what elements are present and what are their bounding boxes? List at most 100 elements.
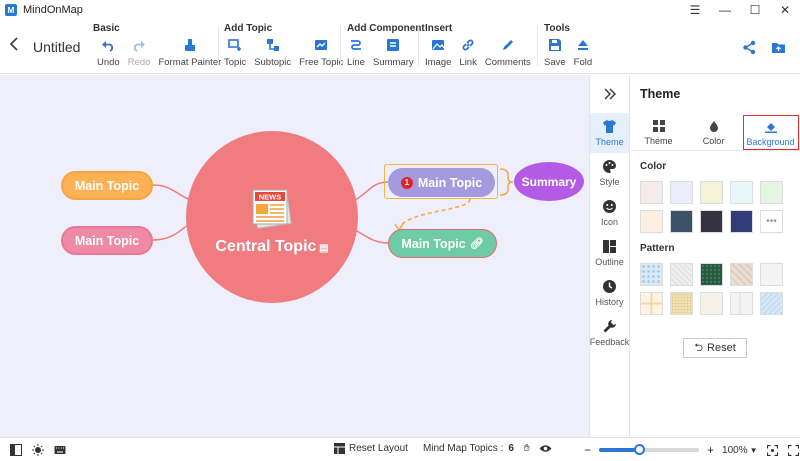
- line-button[interactable]: Line: [343, 37, 369, 68]
- tab-color[interactable]: Color: [688, 115, 740, 150]
- settings-menu-icon[interactable]: ☰: [680, 0, 710, 20]
- toolbar-divider: [218, 26, 219, 66]
- more-colors-button[interactable]: •••: [760, 210, 783, 233]
- rail-item-history[interactable]: History: [590, 273, 629, 313]
- rail-item-outline[interactable]: Outline: [590, 233, 629, 273]
- main-topic-right-1[interactable]: 1 Main Topic: [388, 168, 495, 197]
- hand-icon[interactable]: ✋︎: [524, 443, 530, 454]
- eye-icon[interactable]: [539, 444, 552, 453]
- color-swatch[interactable]: [700, 210, 723, 233]
- main-topic-left-1[interactable]: Main Topic: [61, 171, 153, 200]
- color-swatch[interactable]: [730, 210, 753, 233]
- status-bar: Reset Layout Mind Map Topics : 6 ✋︎ − + …: [0, 437, 800, 461]
- zoom-out-button[interactable]: −: [584, 443, 591, 457]
- color-swatch[interactable]: [730, 181, 753, 204]
- wrench-icon: [603, 320, 616, 333]
- toolbar: Untitled Basic Undo Redo Format Painter …: [0, 20, 800, 74]
- fold-label: Fold: [573, 57, 593, 68]
- maximize-button[interactable]: ☐: [740, 0, 770, 20]
- color-swatch[interactable]: [760, 181, 783, 204]
- rail-item-style[interactable]: Style: [590, 153, 629, 193]
- subtopic-button[interactable]: Subtopic: [250, 37, 295, 68]
- document-title[interactable]: Untitled: [33, 39, 80, 55]
- pattern-swatch[interactable]: [730, 263, 753, 286]
- pattern-swatch[interactable]: [760, 292, 783, 315]
- rail-label: Theme: [595, 137, 624, 147]
- group-add-topic: Add Topic Topic Subtopic Free Topic: [220, 23, 347, 71]
- pattern-swatch[interactable]: [640, 263, 663, 286]
- export-folder-icon[interactable]: [771, 40, 786, 55]
- back-button[interactable]: [8, 36, 20, 57]
- fullscreen-icon[interactable]: [787, 444, 799, 456]
- tab-label: Theme: [644, 136, 673, 146]
- image-label: Image: [425, 57, 452, 68]
- color-swatch[interactable]: [670, 210, 693, 233]
- zoom-slider-knob[interactable]: [634, 444, 646, 455]
- pattern-swatch[interactable]: [760, 263, 783, 286]
- undo-button[interactable]: Undo: [93, 37, 124, 68]
- undo-label: Undo: [97, 57, 120, 68]
- brightness-icon[interactable]: [32, 443, 44, 456]
- collapse-panel-button[interactable]: [590, 75, 629, 113]
- mindmap-canvas[interactable]: NEWS Central Topic ▤ Main Topic Main Top…: [0, 75, 589, 437]
- link-button[interactable]: Link: [455, 37, 480, 68]
- smiley-icon: [603, 200, 616, 213]
- minimize-button[interactable]: —: [710, 0, 740, 20]
- group-title: Basic: [93, 23, 120, 34]
- title-bar: M MindOnMap ☰ — ☐ ✕: [0, 0, 800, 20]
- image-icon: [432, 40, 445, 50]
- keyboard-icon[interactable]: [54, 444, 66, 456]
- sidebar-toggle-icon[interactable]: [10, 443, 22, 456]
- summary-node[interactable]: Summary: [514, 162, 584, 201]
- topic-label: Main Topic: [417, 175, 483, 190]
- comments-button[interactable]: Comments: [481, 37, 535, 68]
- panel-tabs: Theme Color Background: [631, 115, 800, 151]
- main-topic-right-2[interactable]: Main Topic 🔗︎: [388, 229, 497, 258]
- fold-button[interactable]: Fold: [570, 37, 596, 68]
- rail-item-icon[interactable]: Icon: [590, 193, 629, 233]
- rail-item-theme[interactable]: Theme: [590, 113, 629, 153]
- topic-button[interactable]: Topic: [220, 37, 250, 68]
- main-topic-left-2[interactable]: Main Topic: [61, 226, 153, 255]
- pattern-swatch[interactable]: [640, 292, 663, 315]
- panel-title: Theme: [640, 87, 681, 101]
- topic-label: Main Topic: [401, 236, 466, 251]
- central-topic[interactable]: NEWS Central Topic ▤: [186, 131, 358, 303]
- summary-button[interactable]: Summary: [369, 37, 418, 68]
- color-swatch[interactable]: [670, 181, 693, 204]
- tab-theme[interactable]: Theme: [633, 115, 685, 150]
- group-title: Insert: [425, 23, 453, 34]
- reset-button[interactable]: ⮌ Reset: [683, 338, 747, 358]
- tab-background[interactable]: Background: [742, 115, 799, 150]
- reset-layout-button[interactable]: Reset Layout: [349, 443, 408, 454]
- newspaper-icon: NEWS: [252, 189, 292, 229]
- rail-item-feedback[interactable]: Feedback: [590, 313, 629, 353]
- format-painter-icon: [184, 39, 195, 51]
- image-button[interactable]: Image: [421, 37, 455, 68]
- pattern-swatch[interactable]: [700, 292, 723, 315]
- shirt-icon: [603, 120, 616, 133]
- subtopic-label: Subtopic: [254, 57, 292, 68]
- pattern-swatch[interactable]: [730, 292, 753, 315]
- fit-screen-icon[interactable]: [766, 444, 778, 456]
- pattern-swatch[interactable]: [670, 292, 693, 315]
- grid-icon: [652, 120, 665, 132]
- zoom-level[interactable]: 100%: [722, 445, 748, 456]
- color-swatch[interactable]: [640, 210, 663, 233]
- pattern-swatch[interactable]: [670, 263, 693, 286]
- chevron-down-icon[interactable]: ▼: [750, 446, 758, 455]
- format-painter-button[interactable]: Format Painter: [154, 37, 225, 68]
- redo-button[interactable]: Redo: [124, 37, 155, 68]
- central-topic-label: Central Topic ▤: [215, 238, 328, 256]
- zoom-slider[interactable]: [599, 444, 700, 455]
- share-icon[interactable]: [742, 40, 757, 55]
- pattern-swatch[interactable]: [700, 263, 723, 286]
- color-swatch[interactable]: [700, 181, 723, 204]
- group-basic: Basic Undo Redo Format Painter: [93, 23, 225, 71]
- zoom-in-button[interactable]: +: [707, 443, 714, 457]
- save-button[interactable]: Save: [540, 37, 570, 68]
- close-button[interactable]: ✕: [770, 0, 800, 20]
- app-title: MindOnMap: [23, 4, 83, 16]
- color-swatch[interactable]: [640, 181, 663, 204]
- save-icon: [548, 39, 561, 51]
